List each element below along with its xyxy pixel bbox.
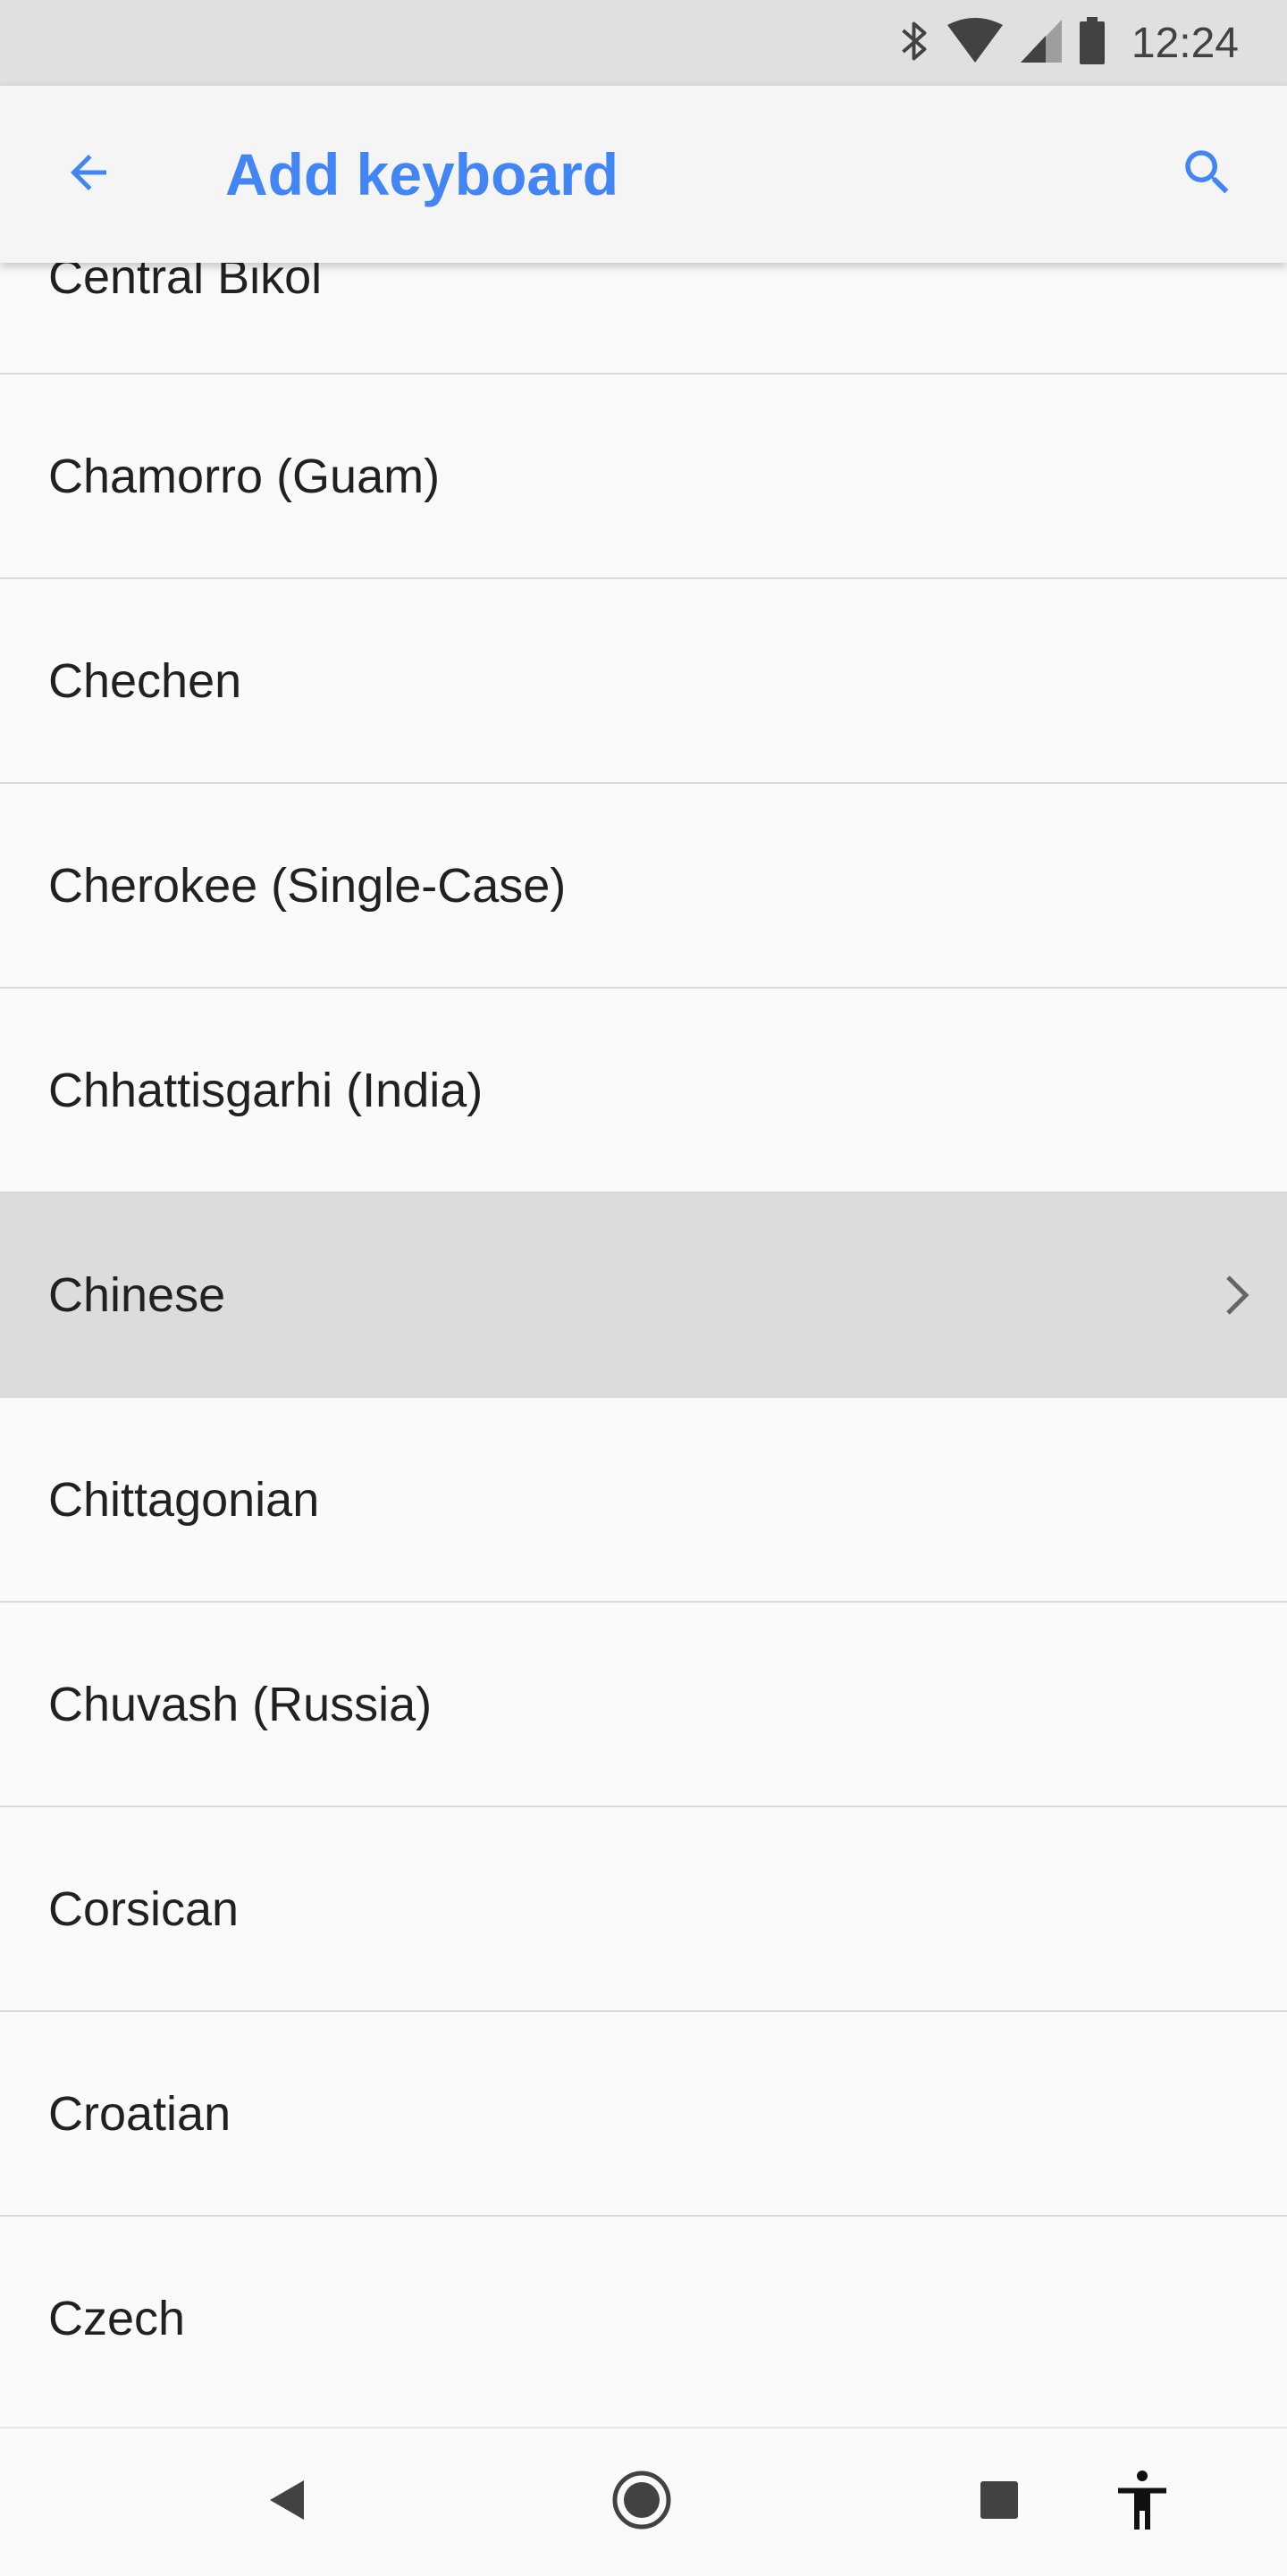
search-button[interactable] [1164, 130, 1251, 218]
list-item-czech[interactable]: Czech [0, 2217, 1287, 2418]
recents-square-icon [979, 2479, 1020, 2525]
list-item-chinese[interactable]: Chinese [0, 1193, 1287, 1398]
nav-home-button[interactable] [604, 2464, 679, 2539]
list-item-label: Chhattisgarhi (India) [48, 1063, 484, 1117]
list-item-label: Chittagonian [48, 1472, 320, 1527]
list-item-label: Croatian [48, 2086, 231, 2141]
list-item-corsican[interactable]: Corsican [0, 1807, 1287, 2012]
accessibility-icon [1110, 2468, 1174, 2537]
nav-recents-button[interactable] [962, 2464, 1037, 2539]
nav-back-button[interactable] [250, 2464, 325, 2539]
list-item-label: Chechen [48, 653, 242, 708]
list-item-label: Corsican [48, 1881, 240, 1936]
cell-signal-icon [1019, 18, 1064, 69]
home-circle-icon [610, 2469, 673, 2536]
list-item-chechen[interactable]: Chechen [0, 579, 1287, 784]
page-title: Add keyboard [225, 141, 619, 207]
list-item-chittagonian[interactable]: Chittagonian [0, 1398, 1287, 1603]
list-item-chhattisgarhi[interactable]: Chhattisgarhi (India) [0, 989, 1287, 1193]
list-item-chuvash[interactable]: Chuvash (Russia) [0, 1603, 1287, 1807]
list-item-label: Chuvash (Russia) [48, 1677, 433, 1731]
search-icon [1178, 143, 1237, 206]
bluetooth-icon [899, 18, 931, 69]
language-list[interactable]: Central Bikol Chamorro (Guam) Chechen Ch… [0, 170, 1287, 2418]
back-button[interactable] [45, 130, 132, 218]
battery-icon [1078, 16, 1106, 70]
list-item-label: Cherokee (Single-Case) [48, 858, 567, 913]
app-bar: Add keyboard [0, 86, 1287, 263]
back-triangle-icon [265, 2477, 311, 2528]
wifi-icon [946, 17, 1005, 69]
status-icons: 12:24 [899, 0, 1239, 86]
list-item-label: Chamorro (Guam) [48, 449, 441, 503]
status-bar: 12:24 [0, 0, 1287, 86]
list-item-label: Chinese [48, 1267, 226, 1322]
nav-bar [0, 2427, 1287, 2576]
list-item-croatian[interactable]: Croatian [0, 2012, 1287, 2217]
list-item-cherokee[interactable]: Cherokee (Single-Case) [0, 784, 1287, 989]
list-item-label: Czech [48, 2291, 186, 2345]
status-time: 12:24 [1131, 19, 1239, 67]
nav-accessibility-button[interactable] [1105, 2464, 1180, 2539]
list-item-chamorro[interactable]: Chamorro (Guam) [0, 375, 1287, 579]
chevron-right-icon [1219, 1268, 1255, 1322]
arrow-back-icon [62, 146, 115, 204]
